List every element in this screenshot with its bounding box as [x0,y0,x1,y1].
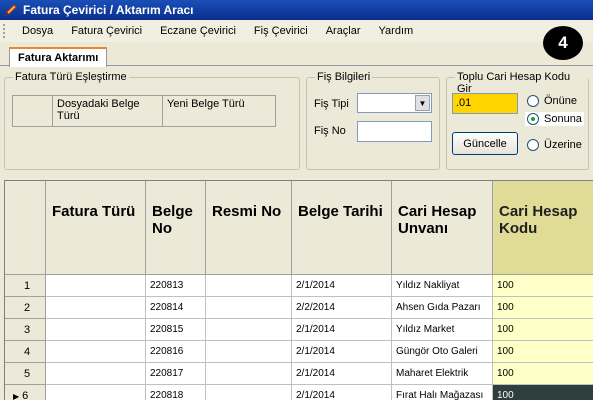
row-header[interactable]: 4 [5,341,46,363]
radio-sonuna[interactable]: Sonuna [525,112,584,126]
cell-cari-hesap-kodu[interactable]: 100 [493,297,593,319]
cell-cari-hesap-kodu[interactable]: 100 [493,341,593,363]
cell-cari-hesap-unvani[interactable]: Fırat Halı Mağazası [392,385,493,400]
cell-fatura-turu[interactable] [46,385,146,400]
fis-no-input[interactable] [357,121,432,142]
cell-fatura-turu[interactable] [46,341,146,363]
fatura-turu-mapping-table[interactable]: Dosyadaki Belge Türü Yeni Belge Türü [12,95,276,127]
radio-onune-dot [527,95,539,107]
cell-belge-no[interactable]: 220817 [146,363,206,385]
chevron-down-icon[interactable]: ▼ [415,95,430,111]
cell-cari-hesap-unvani[interactable]: Yıldız Nakliyat [392,275,493,297]
cell-belge-no[interactable]: 220814 [146,297,206,319]
cell-cari-hesap-unvani[interactable]: Güngör Oto Galeri [392,341,493,363]
cell-cari-hesap-kodu[interactable]: 100 [493,319,593,341]
cell-belge-no[interactable]: 220815 [146,319,206,341]
fis-bilgileri-group-title: Fiş Bilgileri [315,71,373,83]
pencil-app-icon [4,3,18,17]
tab-strip: Fatura Aktarımı [0,44,593,67]
cell-cari-hesap-unvani[interactable]: Yıldız Market [392,319,493,341]
row-header[interactable]: 3 [5,319,46,341]
row-number: 6 [22,390,29,400]
menu-eczane-cevirici[interactable]: Eczane Çevirici [151,25,245,37]
cell-belge-tarihi[interactable]: 2/2/2014 [292,297,392,319]
cell-fatura-turu[interactable] [46,275,146,297]
mapping-col-dosyadaki[interactable]: Dosyadaki Belge Türü [53,96,163,126]
fatura-turu-group-title: Fatura Türü Eşleştirme [13,71,129,83]
fis-bilgileri-group: Fiş Bilgileri Fiş Tipi ▼ Fiş No [306,71,440,170]
cell-resmi-no[interactable] [206,341,292,363]
column-header-cari-hesap-kodu[interactable]: Cari Hesap Kodu [493,181,593,275]
menu-dosya[interactable]: Dosya [13,25,62,37]
menu-fatura-cevirici[interactable]: Fatura Çevirici [62,25,151,37]
menu-araclar[interactable]: Araçlar [317,25,370,37]
cell-cari-hesap-kodu-selected[interactable]: 100 [493,385,593,400]
radio-uzerine-label: Üzerine [544,139,582,151]
radio-onune-label: Önüne [544,95,578,107]
row-header[interactable]: 2 [5,297,46,319]
cell-resmi-no[interactable] [206,275,292,297]
radio-onune[interactable]: Önüne [525,94,579,108]
fatura-turu-group: Fatura Türü Eşleştirme Dosyadaki Belge T… [4,71,300,170]
toplu-cari-group-title: Toplu Cari Hesap Kodu Gir [455,71,588,95]
column-header-resmi-no[interactable]: Resmi No [206,181,292,275]
tab-fatura-aktarimi[interactable]: Fatura Aktarımı [9,47,108,67]
current-row-arrow-icon: ▶ [13,392,20,400]
cell-belge-no[interactable]: 220816 [146,341,206,363]
menu-fis-cevirici[interactable]: Fiş Çevirici [245,25,317,37]
row-header[interactable]: 5 [5,363,46,385]
radio-uzerine[interactable]: Üzerine [525,138,584,152]
mapping-col-yeni[interactable]: Yeni Belge Türü [163,96,275,126]
cell-resmi-no[interactable] [206,319,292,341]
cell-belge-tarihi[interactable]: 2/1/2014 [292,319,392,341]
toplu-cari-group: Toplu Cari Hesap Kodu Gir .01 Güncelle Ö… [446,71,589,170]
fis-no-label: Fiş No [314,125,346,137]
cell-belge-tarihi[interactable]: 2/1/2014 [292,341,392,363]
column-header-belge-no[interactable]: Belge No [146,181,206,275]
cell-belge-tarihi[interactable]: 2/1/2014 [292,363,392,385]
radio-uzerine-dot [527,139,539,151]
cell-cari-hesap-kodu[interactable]: 100 [493,363,593,385]
invoice-grid[interactable]: Fatura Türü Belge No Resmi No Belge Tari… [4,180,593,400]
cell-cari-hesap-kodu[interactable]: 100 [493,275,593,297]
column-header-cari-hesap-unvani[interactable]: Cari Hesap Unvanı [392,181,493,275]
cell-belge-no[interactable]: 220818 [146,385,206,400]
cell-resmi-no[interactable] [206,297,292,319]
fis-tipi-select[interactable]: ▼ [357,93,432,113]
cari-code-input[interactable]: .01 [452,93,518,114]
guncelle-button[interactable]: Güncelle [452,132,518,155]
radio-sonuna-label: Sonuna [544,113,582,125]
cell-resmi-no[interactable] [206,363,292,385]
cell-fatura-turu[interactable] [46,319,146,341]
cell-resmi-no[interactable] [206,385,292,400]
menu-bar: Dosya Fatura Çevirici Eczane Çevirici Fi… [0,20,593,42]
row-header-current[interactable]: ▶ 6 [5,385,46,400]
fis-tipi-label: Fiş Tipi [314,98,349,110]
toolbar-grip[interactable] [3,24,9,38]
mapping-row-header [13,96,53,126]
column-header-fatura-turu[interactable]: Fatura Türü [46,181,146,275]
grid-corner-header[interactable] [5,181,46,275]
cell-belge-tarihi[interactable]: 2/1/2014 [292,385,392,400]
cell-fatura-turu[interactable] [46,297,146,319]
radio-sonuna-dot [527,113,539,125]
cell-belge-no[interactable]: 220813 [146,275,206,297]
cell-cari-hesap-unvani[interactable]: Maharet Elektrik [392,363,493,385]
cell-cari-hesap-unvani[interactable]: Ahsen Gıda Pazarı [392,297,493,319]
cell-fatura-turu[interactable] [46,363,146,385]
row-header[interactable]: 1 [5,275,46,297]
menu-yardim[interactable]: Yardım [370,25,423,37]
cell-belge-tarihi[interactable]: 2/1/2014 [292,275,392,297]
window-title: Fatura Çevirici / Aktarım Aracı [23,3,194,17]
title-bar: Fatura Çevirici / Aktarım Aracı [0,0,593,20]
column-header-belge-tarihi[interactable]: Belge Tarihi [292,181,392,275]
